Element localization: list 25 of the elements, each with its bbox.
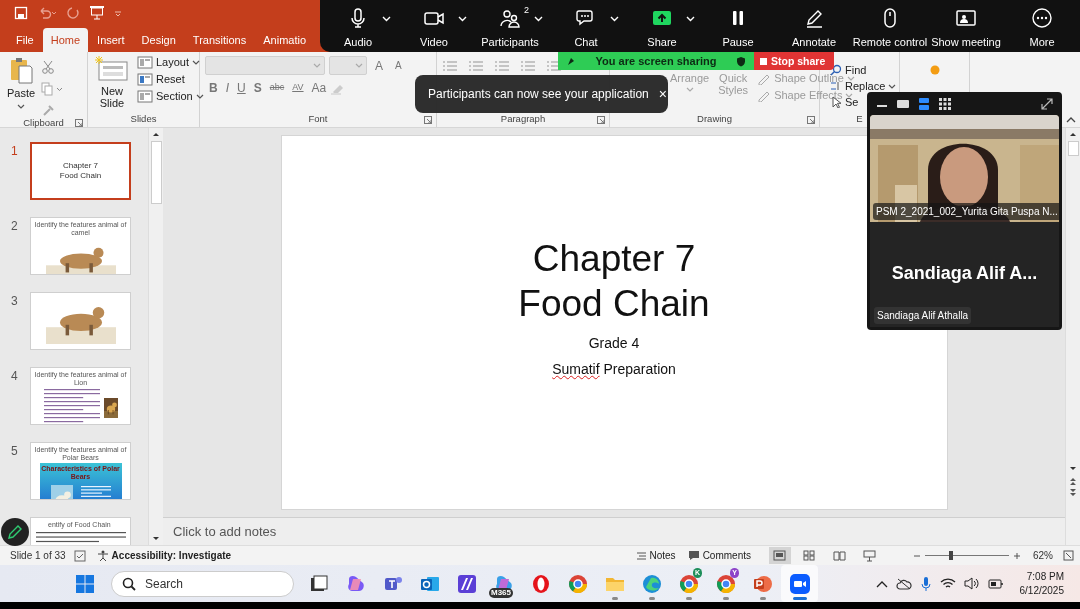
- slide-number: 5: [10, 443, 19, 460]
- group-label: Clipboard: [23, 116, 64, 130]
- toast-message: Participants can now see your application: [428, 86, 649, 103]
- group-label: Drawing: [697, 112, 732, 127]
- group-label: Font: [308, 112, 328, 127]
- slide-subtitle: Sumatif Preparation: [552, 360, 676, 379]
- slide-counter: Slide 1 of 33: [10, 549, 66, 563]
- group-label: Slides: [130, 112, 157, 127]
- participant-display-name: Sandiaga Alif A...: [891, 262, 1038, 285]
- slide-number: 4: [10, 368, 19, 385]
- slide-subtitle: Grade 4: [588, 334, 640, 353]
- slide-number: 2: [10, 218, 19, 235]
- slide-number: 3: [10, 293, 19, 310]
- group-label: E: [856, 112, 863, 127]
- participant-name: PSM 2_2021_002_Yurita Gita Puspa N...: [873, 203, 1059, 220]
- participant-count: 2: [524, 4, 529, 17]
- group-label: Paragraph: [500, 112, 546, 127]
- slide-number: 1: [10, 143, 19, 160]
- app-badge: M365: [489, 588, 513, 598]
- thumbnail-title: Food Chain: [59, 171, 102, 181]
- sharing-status: You are screen sharing: [595, 53, 717, 69]
- slide-title: Chapter 7: [532, 237, 696, 281]
- slide-title: Food Chain: [518, 282, 710, 326]
- participant-name: Sandiaga Alif Athalla: [874, 307, 972, 324]
- thumbnail-title: Chapter 7: [62, 161, 99, 171]
